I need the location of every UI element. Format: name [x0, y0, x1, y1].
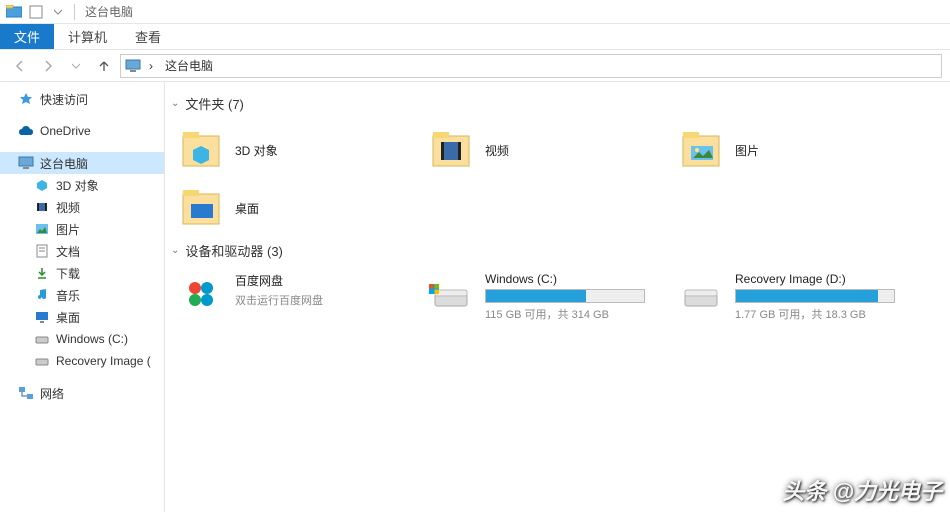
drive-item[interactable]: 百度网盘双击运行百度网盘 — [171, 268, 421, 326]
chevron-down-icon: ⌄ — [171, 98, 179, 109]
sidebar-item[interactable]: 桌面 — [0, 306, 164, 328]
sidebar-item[interactable]: 3D 对象 — [0, 174, 164, 196]
star-icon — [18, 91, 34, 107]
music-icon — [34, 287, 50, 303]
pc-icon — [125, 59, 141, 73]
navigation-pane: 快速访问 OneDrive 这台电脑 3D 对象视频图片文档下载音乐桌面 Wind… — [0, 82, 165, 512]
back-button[interactable] — [8, 54, 32, 78]
folder-item[interactable]: 图片 — [671, 121, 921, 179]
tab-view[interactable]: 查看 — [121, 24, 175, 49]
3d-icon — [177, 128, 225, 172]
drive-icon — [34, 353, 50, 369]
sidebar-item[interactable]: Windows (C:) — [0, 328, 164, 350]
navigation-bar: › 这台电脑 — [0, 50, 950, 82]
group-label: 设备和驱动器 (3) — [185, 241, 283, 260]
video-icon — [427, 128, 475, 172]
sidebar-item-label: 图片 — [56, 221, 80, 238]
tab-computer[interactable]: 计算机 — [54, 24, 121, 49]
folder-item[interactable]: 桌面 — [171, 179, 421, 237]
up-button[interactable] — [92, 54, 116, 78]
breadcrumb-location[interactable]: 这台电脑 — [161, 57, 217, 74]
sidebar-item-label: 音乐 — [56, 287, 80, 304]
folder-label: 桌面 — [235, 200, 259, 217]
recent-dropdown[interactable] — [64, 54, 88, 78]
chevron-down-icon: ⌄ — [171, 245, 179, 256]
explorer-icon — [4, 3, 24, 21]
sidebar-quick-access[interactable]: 快速访问 — [0, 88, 164, 110]
drive-label: Windows (C:) — [485, 272, 665, 286]
breadcrumb-sep[interactable]: › — [145, 59, 157, 73]
ribbon-tabs: 文件 计算机 查看 — [0, 24, 950, 50]
folder-label: 图片 — [735, 142, 759, 159]
drive-item[interactable]: Recovery Image (D:) 1.77 GB 可用，共 18.3 GB — [671, 268, 921, 326]
network-icon — [18, 385, 34, 401]
desktop-icon — [34, 309, 50, 325]
doc-icon — [34, 243, 50, 259]
sidebar-item[interactable]: Recovery Image ( — [0, 350, 164, 372]
folder-label: 3D 对象 — [235, 142, 278, 159]
sidebar-item-label: OneDrive — [40, 124, 91, 138]
sidebar-item[interactable]: 图片 — [0, 218, 164, 240]
download-icon — [34, 265, 50, 281]
drive-item[interactable]: Windows (C:) 115 GB 可用，共 314 GB — [421, 268, 671, 326]
sidebar-item-label: Recovery Image ( — [56, 354, 151, 368]
drive-win-icon — [427, 272, 475, 316]
qat-icon[interactable] — [26, 3, 46, 21]
pic-icon — [34, 221, 50, 237]
forward-button[interactable] — [36, 54, 60, 78]
sidebar-item-label: 这台电脑 — [40, 155, 88, 172]
sidebar-item-label: Windows (C:) — [56, 332, 128, 346]
drive-icon — [34, 331, 50, 347]
pc-icon — [18, 155, 34, 171]
sidebar-item-label: 网络 — [40, 385, 64, 402]
window-title: 这台电脑 — [85, 3, 133, 20]
drive-sub: 1.77 GB 可用，共 18.3 GB — [735, 306, 915, 322]
address-bar[interactable]: › 这台电脑 — [120, 54, 942, 78]
sidebar-onedrive[interactable]: OneDrive — [0, 120, 164, 142]
sidebar-item[interactable]: 下载 — [0, 262, 164, 284]
title-bar: 这台电脑 — [0, 0, 950, 24]
group-devices[interactable]: ⌄ 设备和驱动器 (3) — [171, 241, 944, 260]
baidu-icon — [177, 272, 225, 316]
sidebar-item-label: 视频 — [56, 199, 80, 216]
group-label: 文件夹 (7) — [185, 94, 244, 113]
folder-item[interactable]: 3D 对象 — [171, 121, 421, 179]
sidebar-item-label: 快速访问 — [40, 91, 88, 108]
cloud-icon — [18, 123, 34, 139]
main-area: 快速访问 OneDrive 这台电脑 3D 对象视频图片文档下载音乐桌面Wind… — [0, 82, 950, 512]
sidebar-network[interactable]: 网络 — [0, 382, 164, 404]
content-pane: ⌄ 文件夹 (7) 3D 对象 视频 图片桌面 ⌄ 设备和驱动器 (3) 百度网盘双… — [165, 82, 950, 512]
drive-sub: 双击运行百度网盘 — [235, 292, 415, 308]
drive-label: 百度网盘 — [235, 272, 415, 289]
drive-icon — [677, 272, 725, 316]
sidebar-item-label: 下载 — [56, 265, 80, 282]
folder-item[interactable]: 视频 — [421, 121, 671, 179]
pic-icon — [677, 128, 725, 172]
sidebar-item[interactable]: 视频 — [0, 196, 164, 218]
desktop-icon — [177, 186, 225, 230]
usage-bar — [485, 289, 645, 303]
drive-sub: 115 GB 可用，共 314 GB — [485, 306, 665, 322]
sidebar-item[interactable]: 音乐 — [0, 284, 164, 306]
qat-dropdown-icon[interactable] — [48, 3, 68, 21]
sidebar-item[interactable]: 文档 — [0, 240, 164, 262]
sidebar-item-label: 3D 对象 — [56, 177, 99, 194]
sidebar-item-label: 桌面 — [56, 309, 80, 326]
sidebar-item-label: 文档 — [56, 243, 80, 260]
tab-file[interactable]: 文件 — [0, 24, 54, 49]
video-icon — [34, 199, 50, 215]
sidebar-this-pc[interactable]: 这台电脑 — [0, 152, 164, 174]
folder-label: 视频 — [485, 142, 509, 159]
titlebar-divider — [74, 4, 75, 20]
drive-label: Recovery Image (D:) — [735, 272, 915, 286]
3d-icon — [34, 177, 50, 193]
folders-grid: 3D 对象 视频 图片桌面 — [171, 121, 944, 237]
devices-grid: 百度网盘双击运行百度网盘 Windows (C:) 115 GB 可用，共 314 … — [171, 268, 944, 326]
usage-bar — [735, 289, 895, 303]
group-folders[interactable]: ⌄ 文件夹 (7) — [171, 94, 944, 113]
